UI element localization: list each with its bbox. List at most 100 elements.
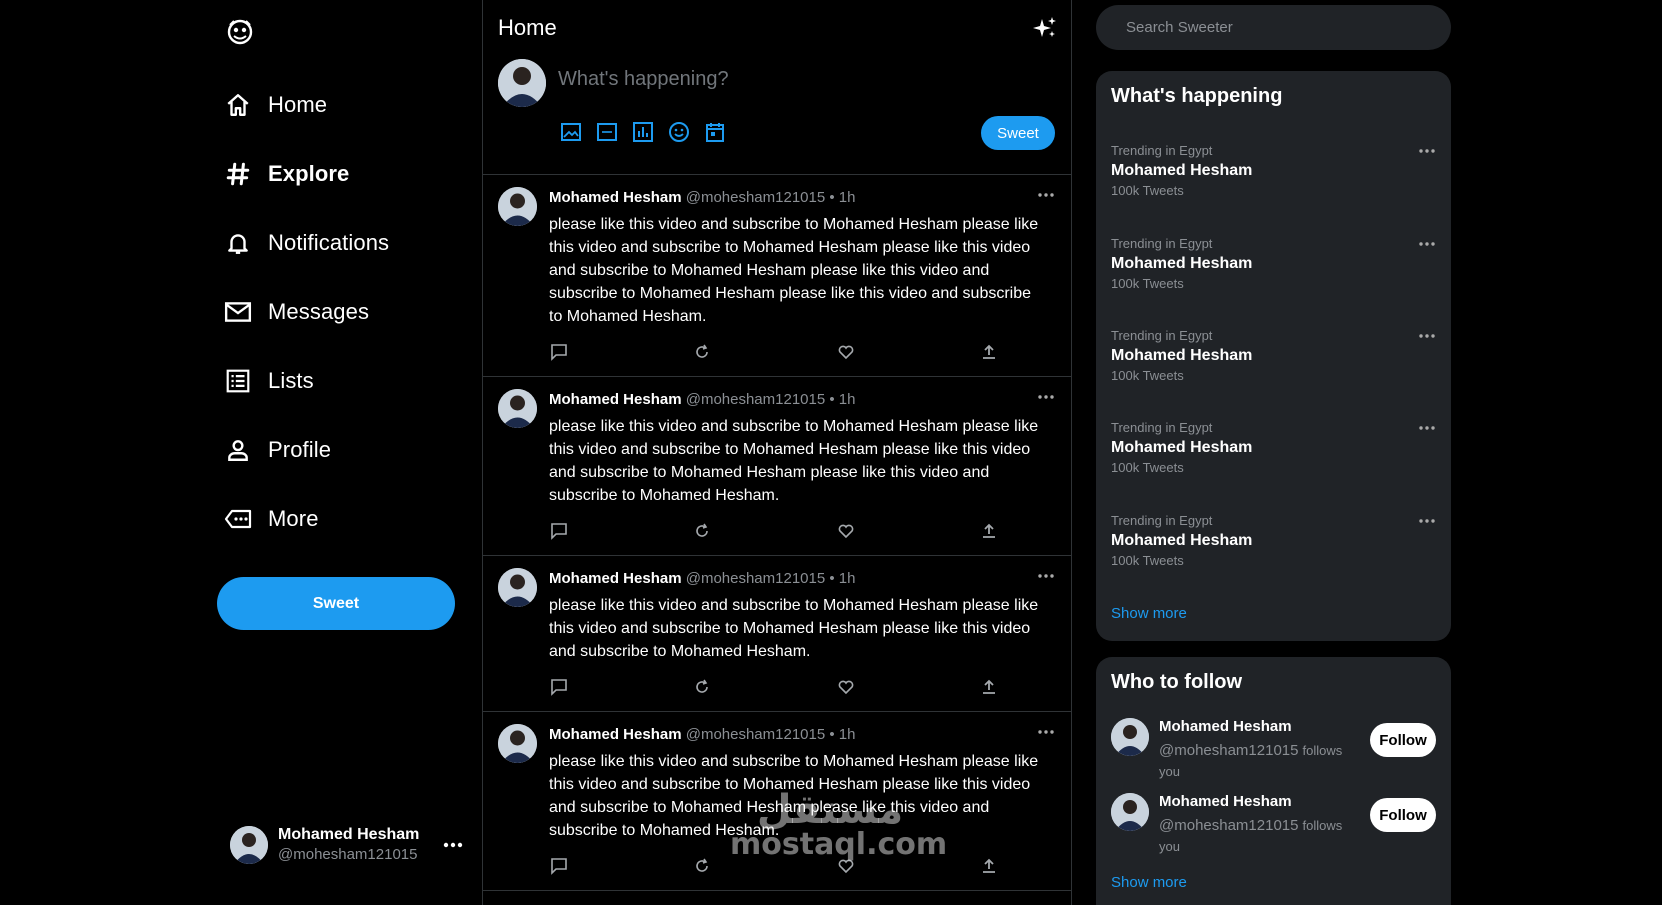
nav-label: More [268,505,319,531]
tweet-author-name: Mohamed Hesham [549,726,682,743]
nav-item-more[interactable]: More [210,484,480,553]
reply-icon[interactable] [549,521,569,541]
follow-button[interactable]: Follow [1370,723,1436,757]
nav-label: Notifications [268,229,390,255]
tweet-header: Mohamed Hesham @mohesham121015 • 1h [549,391,855,408]
avatar [498,59,546,107]
reply-icon[interactable] [549,856,569,876]
like-icon[interactable] [836,677,856,697]
trend-name: Mohamed Hesham [1111,162,1253,179]
nav-item-messages[interactable]: Messages [210,277,480,346]
retweet-icon[interactable] [692,856,712,876]
tweet-time: • 1h [829,391,856,408]
gif-icon[interactable] [596,118,632,146]
panel-title: Who to follow [1111,671,1243,693]
sweet-button[interactable]: Sweet [217,577,455,630]
composer-toolbar [560,118,740,146]
avatar [1111,718,1149,756]
tweet[interactable]: Mohamed Hesham @mohesham121015 • 1h plea… [483,175,1071,377]
compose-input[interactable] [558,68,1038,91]
reply-icon[interactable] [549,342,569,362]
account-handle: @mohesham121015 [278,846,418,863]
more-dots-icon[interactable] [1037,572,1055,580]
nav-item-lists[interactable]: Lists [210,346,480,415]
trend-item[interactable]: Trending in Egypt Mohamed Hesham 100k Tw… [1111,236,1436,298]
trend-item[interactable]: Trending in Egypt Mohamed Hesham 100k Tw… [1111,513,1436,575]
nav-item-profile[interactable]: Profile [210,415,480,484]
account-switcher[interactable]: Mohamed Hesham @mohesham121015 [230,822,470,868]
show-more-link[interactable]: Show more [1111,874,1187,891]
trend-name: Mohamed Hesham [1111,255,1253,272]
more-dots-icon[interactable] [1418,518,1436,524]
emoji-icon[interactable] [668,118,704,146]
trend-count: 100k Tweets [1111,183,1184,198]
nav-item-home[interactable]: Home [210,70,480,139]
you-label: you [1159,764,1180,779]
share-icon[interactable] [979,856,999,876]
more-dots-icon[interactable] [1037,393,1055,401]
tweet[interactable]: Mohamed Hesham @mohesham121015 • 1h plea… [483,377,1071,556]
follow-button[interactable]: Follow [1370,798,1436,832]
tweet[interactable]: Mohamed Hesham @mohesham121015 • 1h plea… [483,712,1071,891]
avatar [498,389,537,428]
trend-item[interactable]: Trending in Egypt Mohamed Hesham 100k Tw… [1111,328,1436,390]
trend-category: Trending in Egypt [1111,143,1213,158]
more-dots-icon[interactable] [1418,241,1436,247]
follow-suggestion[interactable]: Mohamed Hesham @mohesham121015 follows yo… [1111,793,1436,861]
who-to-follow-panel: Who to follow Mohamed Hesham @mohesham12… [1096,657,1451,905]
suggestion-subtitle: @mohesham121015 follows you [1159,815,1359,857]
nav-label: Messages [268,298,370,324]
share-icon[interactable] [979,342,999,362]
follow-suggestion[interactable]: Mohamed Hesham @mohesham121015 follows yo… [1111,718,1436,786]
poll-icon[interactable] [632,118,668,146]
show-more-link[interactable]: Show more [1111,605,1187,622]
image-icon[interactable] [560,118,596,146]
feed-header: Home [483,0,1071,56]
tweet-composer: Sweet [483,56,1071,175]
share-icon[interactable] [979,677,999,697]
nav-label: Home [268,91,328,117]
home-icon [224,91,252,119]
more-dots-icon[interactable] [1418,425,1436,431]
avatar [1111,793,1149,831]
trend-category: Trending in Egypt [1111,236,1213,251]
main-nav: Home Explore Notifications Messages List… [210,70,480,553]
tweet-author-name: Mohamed Hesham [549,391,682,408]
tweet-text: please like this video and subscribe to … [549,753,1039,839]
sparkle-icon[interactable] [1033,16,1057,40]
trend-item[interactable]: Trending in Egypt Mohamed Hesham 100k Tw… [1111,420,1436,482]
compose-sweet-button[interactable]: Sweet [981,116,1055,150]
avatar [498,568,537,607]
tweet-time: • 1h [829,570,856,587]
nav-label: Profile [268,436,332,462]
reply-icon[interactable] [549,677,569,697]
main-feed: Home Sweet [482,0,1072,905]
tweet-actions [549,856,999,876]
retweet-icon[interactable] [692,342,712,362]
more-dots-icon[interactable] [1418,148,1436,154]
avatar [498,724,537,763]
trend-name: Mohamed Hesham [1111,439,1253,456]
more-dots-icon[interactable] [1418,333,1436,339]
share-icon[interactable] [979,521,999,541]
search-input[interactable] [1096,5,1451,50]
follows-label: follows [1302,818,1343,833]
more-dots-icon[interactable] [1037,191,1055,199]
suggestion-handle: @mohesham121015 [1159,742,1299,759]
twitter-bird-icon[interactable] [225,17,255,47]
schedule-icon[interactable] [704,118,740,146]
more-dots-icon[interactable] [1037,728,1055,736]
retweet-icon[interactable] [692,677,712,697]
more-dots-icon[interactable] [441,838,465,852]
tweet[interactable]: Mohamed Hesham @mohesham121015 • 1h plea… [483,556,1071,712]
retweet-icon[interactable] [692,521,712,541]
avatar [498,187,537,226]
like-icon[interactable] [836,856,856,876]
page-title: Home [498,15,557,40]
nav-item-notifications[interactable]: Notifications [210,208,480,277]
like-icon[interactable] [836,342,856,362]
tweet-time: • 1h [829,726,856,743]
trend-item[interactable]: Trending in Egypt Mohamed Hesham 100k Tw… [1111,143,1436,205]
nav-item-explore[interactable]: Explore [210,139,480,208]
like-icon[interactable] [836,521,856,541]
